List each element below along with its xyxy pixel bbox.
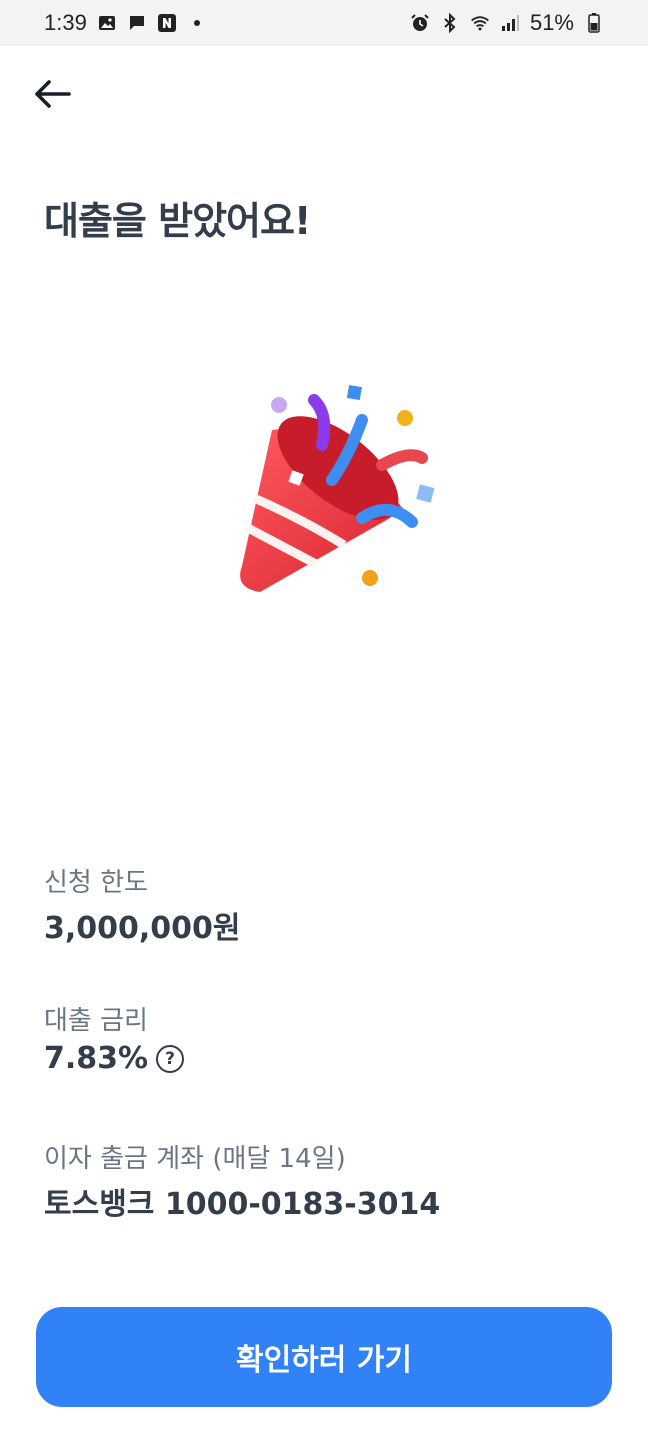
account-label: 이자 출금 계좌 (매달 14일) xyxy=(44,1144,346,1174)
alarm-icon xyxy=(410,13,430,33)
page-title: 대출을 받았어요! xyxy=(44,199,311,243)
signal-icon xyxy=(500,13,520,33)
rate-value: 7.83% ? xyxy=(44,1041,185,1076)
message-icon xyxy=(127,13,147,33)
account-value: 토스뱅크 1000-0183-3014 xyxy=(44,1179,440,1223)
account-number: 토스뱅크 1000-0183-3014 xyxy=(44,1187,441,1222)
battery-percent: 51% xyxy=(529,10,574,35)
arrow-left-icon xyxy=(33,79,71,113)
battery-icon xyxy=(584,13,604,33)
limit-amount: 3,000,000원 xyxy=(44,911,241,946)
naver-icon xyxy=(157,13,177,33)
status-bar-right: 51% xyxy=(410,10,604,36)
rate-label: 대출 금리 xyxy=(44,1006,148,1036)
rate-amount: 7.83% xyxy=(44,1041,149,1076)
gallery-icon xyxy=(97,13,117,33)
bluetooth-icon xyxy=(440,13,460,33)
back-button[interactable] xyxy=(28,72,76,120)
limit-value: 3,000,000원 xyxy=(44,903,241,947)
dot-icon xyxy=(187,13,207,33)
status-time: 1:39 xyxy=(44,10,87,35)
status-bar-left: 1:39 xyxy=(44,10,207,36)
party-popper-icon xyxy=(224,370,444,600)
help-icon[interactable]: ? xyxy=(156,1044,185,1073)
status-bar: 1:39 51% xyxy=(0,0,648,46)
confirm-button[interactable]: 확인하러 가기 xyxy=(36,1307,612,1407)
wifi-icon xyxy=(470,13,490,33)
limit-label: 신청 한도 xyxy=(44,868,148,898)
